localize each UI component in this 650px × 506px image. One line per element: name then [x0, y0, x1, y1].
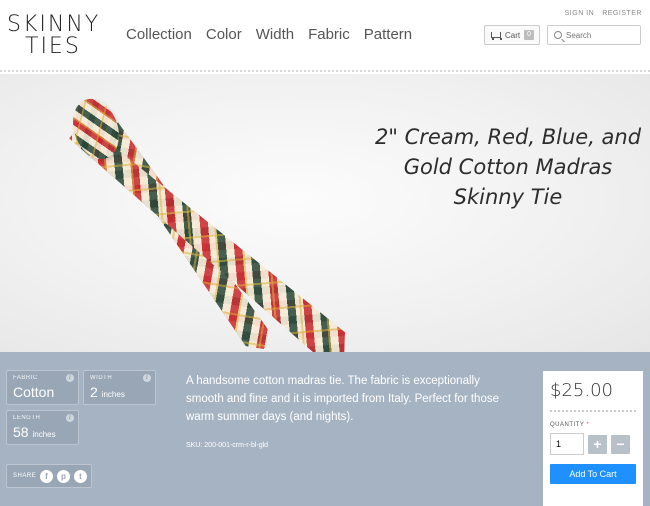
pinterest-icon[interactable]: p [57, 469, 71, 483]
nav-collection[interactable]: Collection [126, 26, 192, 43]
quantity-input[interactable] [550, 433, 584, 455]
nav-color[interactable]: Color [206, 26, 242, 43]
width-attribute: WIDTH 2 inches i [83, 370, 156, 405]
product-price: $25.00 [550, 380, 636, 412]
register-link[interactable]: REGISTER [602, 10, 642, 17]
search-input[interactable] [566, 30, 636, 40]
cart-button[interactable]: Cart 0 [484, 25, 540, 45]
product-sku: SKU: 200-001-crm-r-bl-gld [186, 442, 269, 449]
site-header: SKINNY TIES Collection Color Width Fabri… [0, 0, 650, 72]
minus-icon[interactable]: − [611, 434, 630, 454]
fabric-value: Cotton [13, 384, 55, 400]
share-label: SHARE [13, 473, 37, 479]
product-details: FABRIC Cotton i WIDTH 2 inches i LENGTH … [0, 352, 650, 506]
info-icon[interactable]: i [66, 374, 74, 382]
product-title: 2" Cream, Red, Blue, and Gold Cotton Mad… [374, 125, 642, 209]
logo-line-2: TIES [25, 34, 81, 59]
width-value: 2 inches [90, 384, 125, 400]
fabric-label: FABRIC [13, 375, 38, 381]
product-description: A handsome cotton madras tie. The fabric… [186, 375, 499, 423]
facebook-icon[interactable]: f [40, 469, 54, 483]
cart-icon [490, 31, 502, 40]
hero-banner: 2" Cream, Red, Blue, and Gold Cotton Mad… [0, 74, 650, 352]
search-box [547, 25, 641, 45]
quantity-stepper: + − [550, 433, 636, 455]
plus-icon[interactable]: + [588, 434, 607, 454]
cart-label: Cart [505, 30, 521, 40]
search-icon [554, 31, 562, 39]
length-value: 58 inches [13, 424, 56, 440]
nav-width[interactable]: Width [256, 26, 294, 43]
width-label: WIDTH [90, 375, 113, 381]
length-label: LENGTH [13, 415, 41, 421]
share-bar: SHARE f p t [6, 464, 92, 488]
sign-in-link[interactable]: SIGN IN [565, 10, 595, 17]
info-icon[interactable]: i [143, 374, 151, 382]
info-icon[interactable]: i [66, 414, 74, 422]
twitter-icon[interactable]: t [74, 469, 88, 483]
cart-count-badge: 0 [524, 30, 535, 40]
fabric-attribute: FABRIC Cotton i [6, 370, 79, 405]
logo[interactable]: SKINNY TIES [7, 12, 98, 60]
length-attribute: LENGTH 58 inches i [6, 410, 79, 445]
main-nav: Collection Color Width Fabric Pattern [126, 26, 412, 43]
quantity-label: QUANTITY * [550, 422, 590, 428]
account-links: SIGN IN REGISTER [565, 10, 642, 17]
buy-box: $25.00 QUANTITY * + − Add To Cart [543, 371, 643, 506]
product-image [0, 74, 360, 352]
nav-fabric[interactable]: Fabric [308, 26, 350, 43]
nav-pattern[interactable]: Pattern [364, 26, 412, 43]
add-to-cart-button[interactable]: Add To Cart [550, 464, 636, 484]
